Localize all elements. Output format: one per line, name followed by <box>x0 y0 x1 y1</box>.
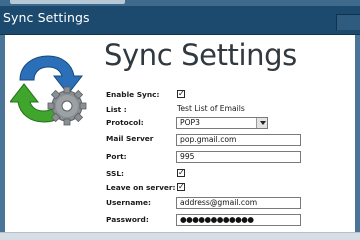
protocol-label: Protocol: <box>106 118 144 127</box>
titlebar-control[interactable] <box>336 14 360 30</box>
sync-gear-icon <box>10 55 87 126</box>
username-label: Username: <box>106 198 151 207</box>
enable-sync-checkbox[interactable]: ✓ <box>177 89 185 98</box>
protocol-select[interactable]: POP3 <box>176 117 268 129</box>
check-icon: ✓ <box>178 168 185 177</box>
check-icon: ✓ <box>178 89 185 98</box>
window-frame-bottom <box>0 232 360 240</box>
ssl-label: SSL: <box>106 169 124 178</box>
list-value: Test List of Emails <box>177 104 245 113</box>
enable-sync-label: Enable Sync: <box>106 90 160 99</box>
page-title: Sync Settings <box>104 38 297 72</box>
blue-arrow-icon <box>19 55 84 95</box>
ssl-checkbox[interactable]: ✓ <box>177 168 185 177</box>
password-field[interactable]: ●●●●●●●●●●●● <box>176 214 301 226</box>
window-titlebar: Sync Settings <box>0 0 360 35</box>
list-label: List : <box>106 105 127 114</box>
mail-server-field[interactable]: pop.gmail.com <box>176 134 301 146</box>
window-title: Sync Settings <box>3 10 90 25</box>
gear-icon <box>47 86 87 126</box>
username-field[interactable]: address@gmail.com <box>176 197 301 209</box>
port-field[interactable]: 995 <box>176 151 301 163</box>
protocol-value: POP3 <box>180 118 200 127</box>
port-label: Port: <box>106 152 127 161</box>
titlebar-stripe <box>0 0 360 6</box>
password-label: Password: <box>106 215 149 224</box>
chevron-down-icon[interactable] <box>256 118 267 128</box>
window-frame-right <box>355 35 360 240</box>
leave-on-server-checkbox[interactable]: ✓ <box>177 182 185 191</box>
check-icon: ✓ <box>178 182 185 191</box>
leave-on-server-label: Leave on server: <box>106 183 176 192</box>
titlebar-notch <box>10 0 125 4</box>
mail-server-label: Mail Server <box>106 134 154 143</box>
